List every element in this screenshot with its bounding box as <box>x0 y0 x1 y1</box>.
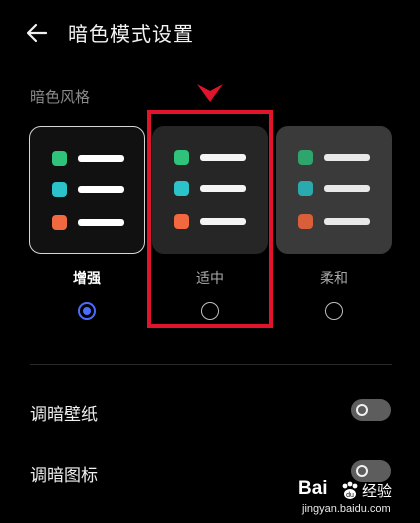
green-square-icon <box>52 151 67 166</box>
radio-enhanced[interactable] <box>78 302 96 320</box>
orange-square-icon <box>174 214 189 229</box>
header: 暗色模式设置 <box>0 0 420 70</box>
paw-icon: du <box>342 481 358 499</box>
watermark-text: 经验 <box>362 482 393 500</box>
dark-style-preview-soft[interactable] <box>276 126 392 254</box>
watermark-url: jingyan.baidu.com <box>302 503 391 515</box>
orange-square-icon <box>298 214 313 229</box>
cyan-square-icon <box>298 181 313 196</box>
cyan-square-icon <box>174 181 189 196</box>
setting-label-dim-wallpaper: 调暗壁纸 <box>30 405 98 425</box>
svg-text:du: du <box>346 492 354 499</box>
option-label-enhanced: 增强 <box>73 271 101 287</box>
toggle-dim-wallpaper[interactable] <box>351 399 391 421</box>
page-title: 暗色模式设置 <box>68 22 194 46</box>
green-square-icon <box>298 150 313 165</box>
annotation-arrow-icon <box>197 84 223 102</box>
dark-style-preview-medium[interactable] <box>152 126 268 254</box>
cyan-square-icon <box>52 182 67 197</box>
setting-label-dim-icons: 调暗图标 <box>30 466 98 486</box>
divider <box>30 364 392 365</box>
watermark-logo: Bai <box>298 478 328 499</box>
green-square-icon <box>174 150 189 165</box>
baidu-jingyan-watermark: Bai du 经验 jingyan.baidu.com <box>298 478 416 520</box>
back-arrow-icon[interactable] <box>24 20 50 46</box>
radio-medium[interactable] <box>201 302 219 320</box>
option-label-soft: 柔和 <box>320 271 348 287</box>
option-label-medium: 适中 <box>196 271 224 287</box>
dark-style-preview-enhanced[interactable] <box>29 126 145 254</box>
radio-soft[interactable] <box>325 302 343 320</box>
orange-square-icon <box>52 215 67 230</box>
section-label-dark-style: 暗色风格 <box>30 88 91 106</box>
